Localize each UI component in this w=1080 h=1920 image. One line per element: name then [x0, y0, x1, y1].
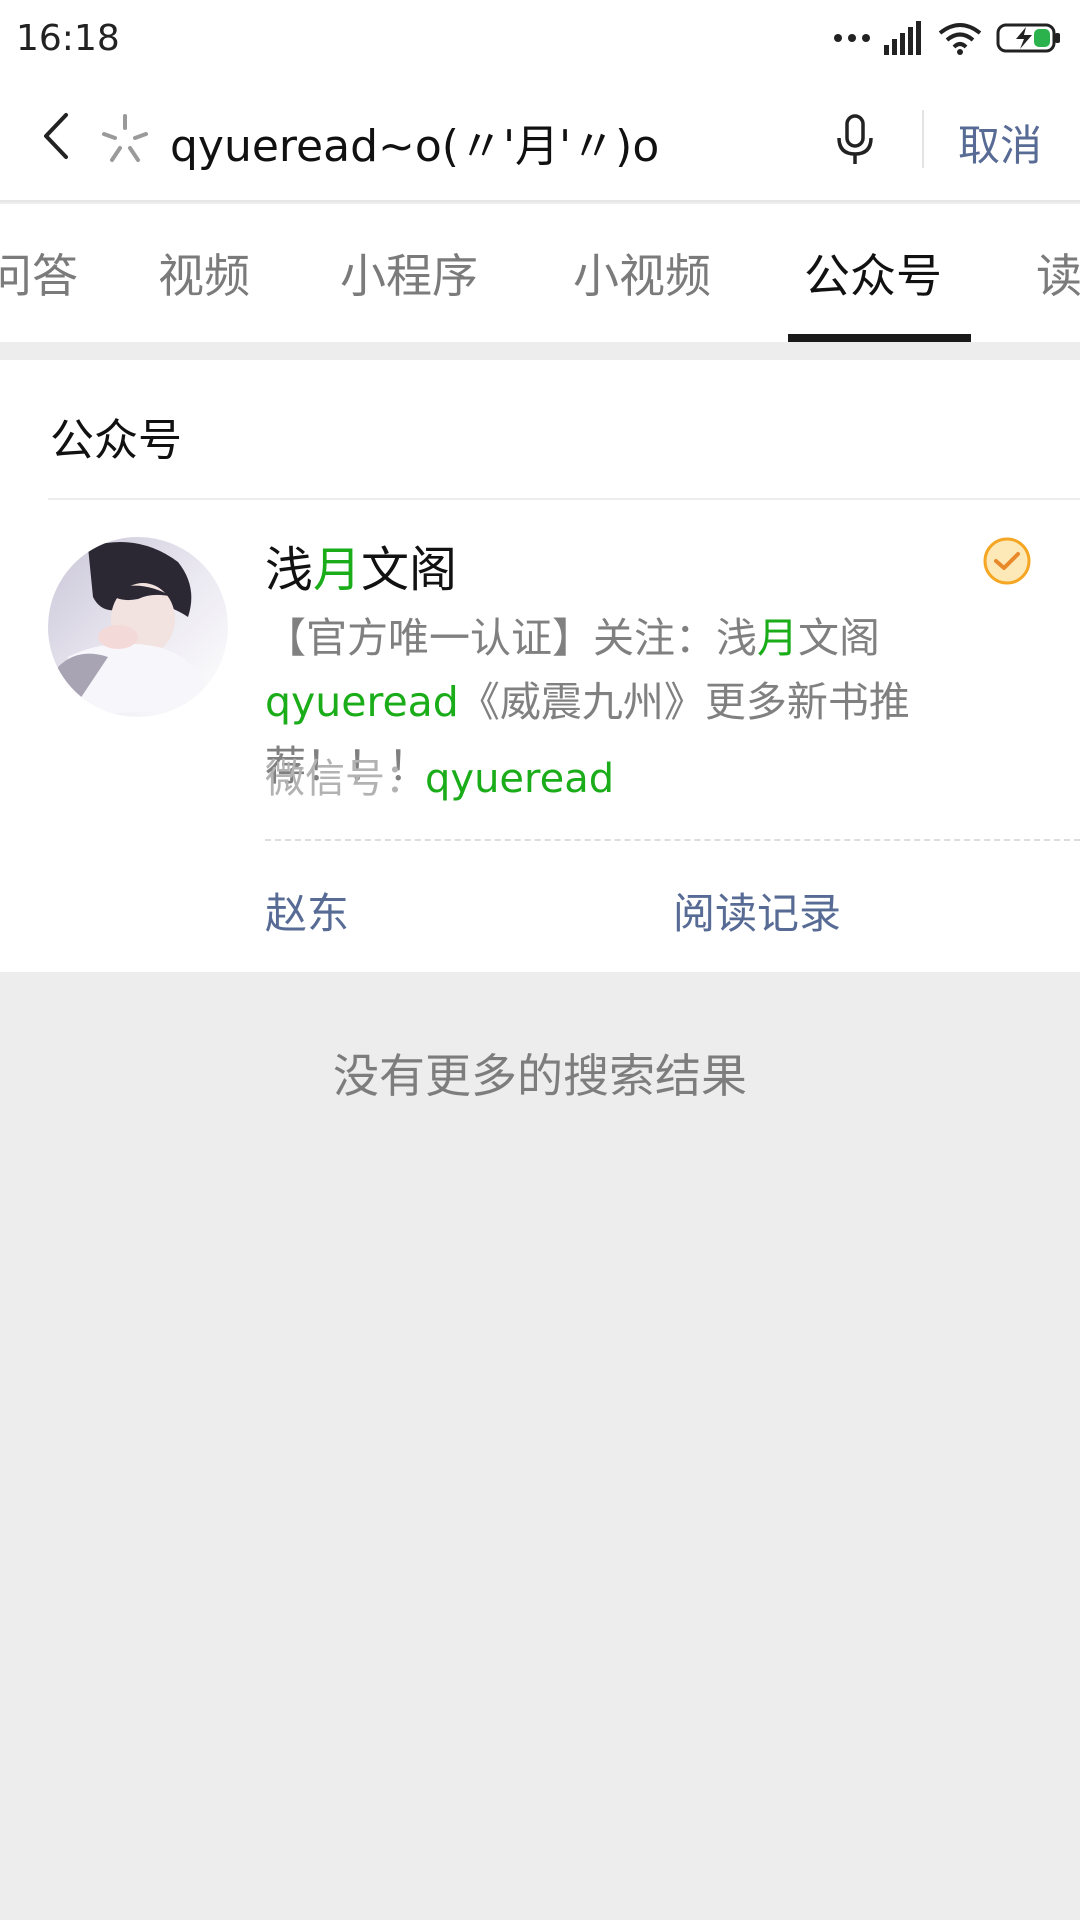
account-avatar[interactable] [48, 537, 228, 717]
verified-badge-icon [983, 537, 1031, 585]
no-more-results: 没有更多的搜索结果 [333, 1049, 747, 1103]
search-bar: qyueread~o(〃'月'〃)o 取消 [0, 76, 1080, 202]
tab-qa[interactable]: 问答 [0, 240, 78, 306]
wechat-search-page: 16:18 qyueread~o(〃'月'〃)o 取消 问答 视频 小程序 小视… [0, 0, 1080, 1920]
voice-input-button[interactable] [830, 112, 880, 168]
account-name[interactable]: 浅月文阁 [265, 530, 457, 600]
microphone-icon [837, 114, 873, 164]
search-category-tabs: 问答 视频 小程序 小视频 公众号 读 [0, 204, 1080, 342]
status-time: 16:18 [16, 18, 120, 59]
signal-icon [884, 21, 921, 55]
tab-video[interactable]: 视频 [158, 240, 250, 306]
active-tab-indicator [788, 334, 971, 342]
tab-read[interactable]: 读 [1036, 240, 1080, 306]
search-divider [922, 110, 924, 168]
wifi-icon [938, 23, 982, 55]
cancel-button[interactable]: 取消 [958, 112, 1042, 173]
section-title: 公众号 [50, 415, 182, 466]
sparkle-icon [102, 114, 148, 162]
back-arrow-icon [44, 113, 68, 159]
avatar-image [48, 537, 228, 717]
more-dots-icon [834, 34, 870, 42]
link-reading-history[interactable]: 阅读记录 [673, 880, 841, 941]
section-divider [48, 498, 1080, 500]
tab-mini-program[interactable]: 小程序 [340, 240, 478, 306]
back-button[interactable] [30, 106, 80, 166]
battery-charging-icon [996, 23, 1060, 53]
link-zhao-dong[interactable]: 赵东 [265, 880, 349, 941]
search-input[interactable]: qyueread~o(〃'月'〃)o [170, 110, 659, 174]
dashed-divider [265, 839, 1080, 841]
official-account-results: 公众号 浅月文阁 【官方唯一认证】关注：浅月文阁 qyueread《威震九州》更… [0, 360, 1080, 972]
status-icons [834, 18, 1062, 58]
tab-official-accounts[interactable]: 公众号 [804, 240, 942, 306]
wechat-id: 微信号：qyueread [265, 756, 615, 802]
tab-short-video[interactable]: 小视频 [573, 240, 711, 306]
status-bar: 16:18 [0, 0, 1080, 76]
